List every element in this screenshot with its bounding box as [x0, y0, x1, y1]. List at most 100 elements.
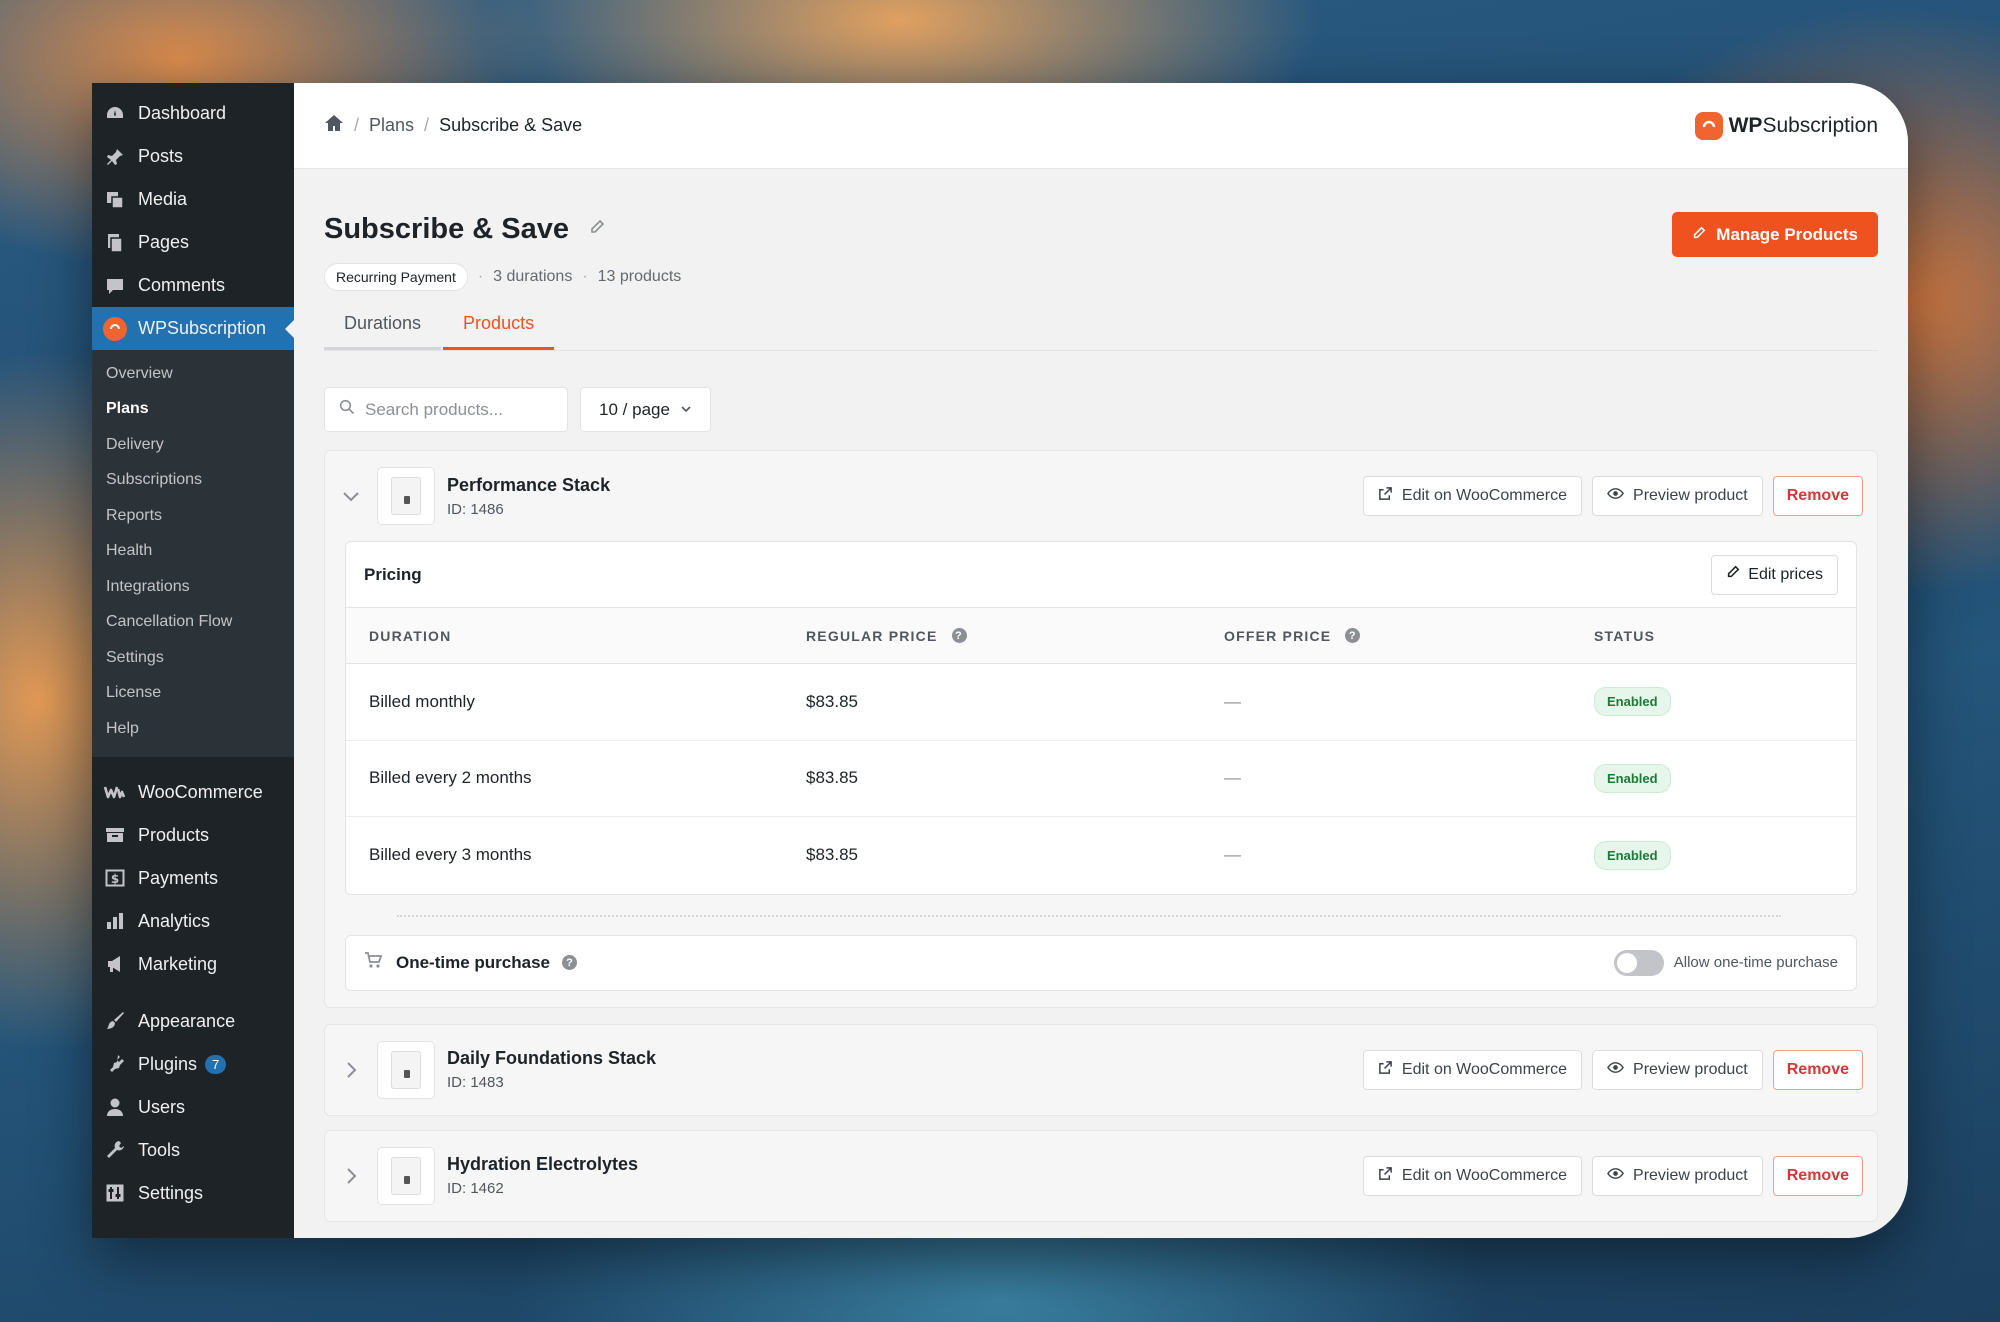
help-icon[interactable]: ?	[951, 628, 967, 643]
help-icon[interactable]: ?	[562, 955, 577, 970]
products-count: 13 products	[597, 268, 682, 285]
table-row: Billed every 3 months $83.85 — Enabled	[346, 817, 1856, 894]
megaphone-icon	[102, 951, 128, 977]
manage-products-label: Manage Products	[1716, 224, 1858, 244]
product-id: ID: 1462	[447, 1180, 504, 1197]
submenu-cancellation-flow[interactable]: Cancellation Flow	[92, 605, 294, 641]
one-time-purchase-row: One-time purchase ? Allow one-time purch…	[345, 934, 1857, 991]
submenu-help[interactable]: Help	[92, 711, 294, 747]
pin-icon	[102, 144, 128, 170]
breadcrumb: / Plans / Subscribe & Save	[324, 113, 582, 138]
per-page-select[interactable]: 10 / page	[580, 387, 711, 432]
button-label: Edit on WooCommerce	[1401, 1166, 1568, 1184]
sidebar-item-pages[interactable]: Pages	[92, 221, 294, 264]
column-header-label: OFFER PRICE	[1224, 627, 1332, 644]
pricing-panel: Pricing Edit prices DURATION REGULAR PRI…	[345, 541, 1857, 895]
eye-icon	[1607, 1059, 1624, 1081]
external-link-icon	[1378, 1166, 1393, 1186]
remove-button[interactable]: Remove	[1772, 476, 1863, 516]
tab-products[interactable]: Products	[443, 301, 555, 350]
sidebar-item-posts[interactable]: Posts	[92, 135, 294, 178]
sidebar-item-woocommerce[interactable]: WooCommerce	[92, 771, 294, 814]
dashboard-icon	[102, 101, 128, 127]
submenu-integrations[interactable]: Integrations	[92, 569, 294, 605]
sidebar-item-media[interactable]: Media	[92, 178, 294, 221]
one-time-toggle-group: Allow one-time purchase	[1613, 949, 1838, 976]
chevron-down-icon[interactable]	[337, 486, 365, 506]
remove-button[interactable]: Remove	[1772, 1155, 1863, 1196]
column-header-offer-price: OFFER PRICE?	[1224, 628, 1594, 644]
pricing-table-header: DURATION REGULAR PRICE? OFFER PRICE? STA…	[346, 608, 1856, 664]
preview-product-button[interactable]: Preview product	[1592, 1049, 1763, 1090]
home-icon[interactable]	[324, 113, 344, 138]
sidebar-item-appearance[interactable]: Appearance	[92, 1000, 294, 1043]
search-icon	[339, 399, 355, 420]
submenu-license[interactable]: License	[92, 676, 294, 712]
product-actions: Edit on WooCommerce Preview product Remo…	[1362, 476, 1863, 516]
edit-on-woocommerce-button[interactable]: Edit on WooCommerce	[1362, 1155, 1583, 1196]
wpsubscription-logo-icon	[1694, 111, 1723, 140]
edit-prices-button[interactable]: Edit prices	[1711, 554, 1838, 595]
submenu-delivery[interactable]: Delivery	[92, 427, 294, 463]
submenu-health[interactable]: Health	[92, 534, 294, 570]
svg-text:$: $	[111, 872, 119, 886]
remove-button[interactable]: Remove	[1772, 1049, 1863, 1090]
sidebar-item-tools[interactable]: Tools	[92, 1129, 294, 1172]
help-icon[interactable]: ?	[1345, 628, 1361, 643]
search-input[interactable]	[365, 399, 545, 420]
sidebar-item-dashboard[interactable]: Dashboard	[92, 92, 294, 135]
chevron-right-icon[interactable]	[337, 1166, 365, 1186]
sidebar-item-products[interactable]: Products	[92, 814, 294, 857]
pencil-icon	[1726, 565, 1740, 584]
external-link-icon	[1378, 1060, 1393, 1080]
sidebar-item-wpsubscription[interactable]: WPSubscription	[92, 307, 295, 350]
product-info: Daily Foundations Stack ID: 1483	[447, 1048, 656, 1091]
sidebar-item-marketing[interactable]: Marketing	[92, 943, 294, 986]
sidebar-item-label: Pages	[138, 232, 190, 252]
sidebar-item-analytics[interactable]: Analytics	[92, 900, 294, 943]
preview-product-button[interactable]: Preview product	[1592, 476, 1763, 516]
edit-on-woocommerce-button[interactable]: Edit on WooCommerce	[1362, 1049, 1583, 1090]
submenu-subscriptions[interactable]: Subscriptions	[92, 463, 294, 499]
offer-price-cell: —	[1224, 768, 1241, 788]
submenu-overview[interactable]: Overview	[92, 356, 294, 392]
toggle-label: Allow one-time purchase	[1673, 954, 1838, 971]
product-name: Hydration Electrolytes	[447, 1154, 639, 1174]
payments-icon: $	[102, 865, 128, 891]
edit-on-woocommerce-button[interactable]: Edit on WooCommerce	[1362, 476, 1583, 516]
submenu-plans[interactable]: Plans	[92, 392, 294, 428]
pencil-icon	[1692, 225, 1706, 245]
tab-durations[interactable]: Durations	[324, 301, 442, 350]
sidebar-item-label: Posts	[138, 146, 184, 166]
button-label: Preview product	[1633, 1060, 1748, 1078]
plan-type-badge: Recurring Payment	[324, 263, 468, 291]
breadcrumb-plans[interactable]: Plans	[369, 115, 414, 136]
status-badge: Enabled	[1594, 840, 1671, 870]
allow-one-time-toggle[interactable]	[1613, 949, 1664, 976]
sidebar-item-payments[interactable]: $ Payments	[92, 857, 294, 900]
sidebar-item-settings[interactable]: Settings	[92, 1172, 294, 1215]
sidebar-item-comments[interactable]: Comments	[92, 264, 294, 307]
plan-meta: Recurring Payment · 3 durations · 13 pro…	[324, 263, 1878, 291]
submenu-reports[interactable]: Reports	[92, 498, 294, 534]
status-cell: Enabled	[1594, 763, 1856, 793]
preview-product-button[interactable]: Preview product	[1592, 1155, 1763, 1196]
product-actions: Edit on WooCommerce Preview product Remo…	[1362, 1155, 1863, 1196]
user-icon	[102, 1094, 128, 1120]
wpsubscription-icon	[102, 316, 128, 342]
table-row: Billed every 2 months $83.85 — Enabled	[346, 741, 1856, 817]
sidebar-item-plugins[interactable]: Plugins 7	[92, 1043, 294, 1086]
chevron-right-icon[interactable]	[337, 1060, 365, 1080]
cart-icon	[364, 951, 383, 974]
meta-separator: ·	[477, 268, 484, 285]
sidebar-item-users[interactable]: Users	[92, 1086, 294, 1129]
edit-title-icon[interactable]	[589, 219, 605, 240]
sidebar-item-label: WooCommerce	[138, 781, 263, 802]
wrench-icon	[102, 1137, 128, 1163]
pricing-title: Pricing	[364, 564, 422, 584]
manage-products-button[interactable]: Manage Products	[1672, 212, 1878, 257]
submenu-settings[interactable]: Settings	[92, 640, 294, 676]
plugins-update-badge: 7	[205, 1054, 227, 1074]
breadcrumb-current: Subscribe & Save	[439, 115, 583, 135]
settings-icon	[102, 1180, 128, 1206]
